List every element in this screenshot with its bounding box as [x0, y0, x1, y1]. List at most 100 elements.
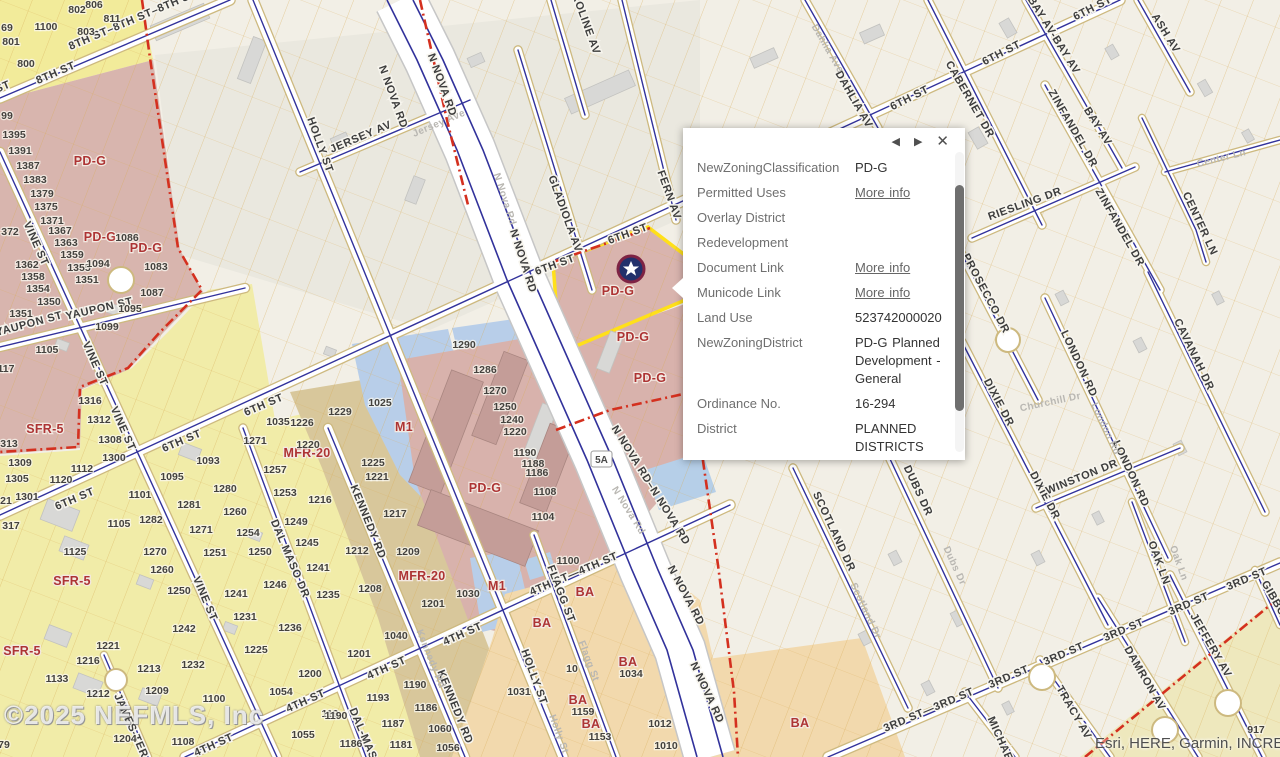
parcel-number: 1133 [46, 673, 69, 685]
popup-row: DistrictPLANNED DISTRICTS [697, 420, 945, 456]
parcel-number: 1216 [308, 494, 332, 506]
parcel-number: 1104 [532, 511, 555, 523]
popup-scrollbar[interactable] [955, 152, 964, 452]
parcel-number: 806 [85, 0, 103, 11]
parcel-number: 1054 [269, 686, 293, 698]
parcel-number: 1100 [35, 21, 58, 33]
parcel-number: 1212 [86, 688, 110, 700]
parcel-number: 1012 [648, 718, 672, 730]
previous-feature-button[interactable]: ◀ [891, 135, 899, 149]
next-feature-button[interactable]: ▶ [914, 135, 922, 149]
parcel-number: 1351 [9, 308, 33, 320]
cul-de-sac [1029, 664, 1055, 690]
more-info-link[interactable]: More info [855, 284, 945, 302]
parcel-number: 1251 [203, 547, 227, 559]
zone-label: PD-G [74, 154, 106, 168]
popup-row: Ordinance No.16-294 [697, 395, 945, 413]
route-shield-label: 5A [595, 455, 608, 466]
parcel-number: 1190 [325, 710, 348, 722]
parcel-number: 1253 [273, 487, 297, 499]
parcel-number: 1305 [5, 473, 29, 485]
parcel-number: 1270 [483, 385, 507, 397]
popup-row: NewZoningClassificationPD-G [697, 159, 945, 177]
parcel-number: 1204 [113, 733, 137, 745]
parcel-number: 1060 [428, 723, 452, 735]
parcel-number: 1225 [361, 457, 385, 469]
parcel-number: 1235 [316, 589, 340, 601]
parcel-number: 802 [68, 4, 86, 16]
parcel-number: 1221 [96, 640, 120, 652]
zone-label: BA [582, 717, 601, 731]
popup-scrollbar-thumb[interactable] [955, 185, 964, 411]
parcel-number: 1220 [503, 426, 527, 438]
popup-row: NewZoningDistrictPD-G Planned Developmen… [697, 334, 945, 388]
parcel-number: 1193 [367, 692, 390, 704]
parcel-number: 1056 [436, 742, 460, 754]
close-icon[interactable]: ✕ [936, 134, 949, 149]
parcel-number: 1105 [108, 518, 131, 530]
parcel-number: 1250 [167, 585, 191, 597]
zone-label: SFR-5 [3, 644, 41, 658]
parcel-number: 1359 [60, 249, 84, 261]
more-info-link[interactable]: More info [855, 259, 945, 277]
cul-de-sac [108, 267, 134, 293]
parcel-number: 1181 [390, 739, 413, 751]
parcel-number: 317 [2, 520, 20, 532]
parcel-number: 1186 [415, 702, 438, 714]
zone-label: BA [791, 716, 810, 730]
popup-row: Land Use523742000020 [697, 309, 945, 327]
parcel-number: 1260 [150, 564, 174, 576]
parcel-number: 1186 [526, 467, 549, 479]
parcel-number: 21 [0, 495, 12, 507]
parcel-number: 1271 [189, 524, 213, 536]
zone-label: BA [576, 585, 595, 599]
parcel-number: 1186 [340, 738, 363, 750]
parcel-number: 1231 [233, 611, 257, 623]
parcel-number: 1308 [98, 434, 122, 446]
popup-row: Municode LinkMore info [697, 284, 945, 302]
parcel-number: 1242 [172, 623, 196, 635]
field-label: Document Link [697, 259, 855, 277]
zone-label: M1 [488, 579, 506, 593]
parcel-number: 1221 [365, 471, 389, 483]
parcel-number: 1035 [266, 416, 290, 428]
zone-label: PD-G [634, 371, 666, 385]
selected-feature-star-icon [618, 256, 644, 282]
parcel-number: 1212 [345, 545, 369, 557]
parcel-number: 1226 [290, 417, 314, 429]
field-label: Land Use [697, 309, 855, 327]
parcel-number: 1354 [26, 283, 50, 295]
parcel-number: 1270 [143, 546, 167, 558]
parcel-number: 1271 [243, 435, 267, 447]
parcel-number: 1040 [384, 630, 408, 642]
parcel-number: 1055 [291, 729, 315, 741]
parcel-number: 1108 [172, 736, 195, 748]
parcel-number: 1125 [64, 546, 87, 558]
parcel-number: 1010 [654, 740, 678, 752]
more-info-link[interactable]: More info [855, 184, 945, 202]
popup-attribute-table: NewZoningClassificationPD-G Permitted Use… [683, 151, 965, 456]
popup-header: ◀ ▶ ✕ [683, 128, 965, 151]
parcel-number: 1086 [115, 232, 139, 244]
field-label: NewZoningDistrict [697, 334, 855, 388]
field-value: 16-294 [855, 395, 945, 413]
parcel-number: 1241 [306, 562, 330, 574]
field-label: NewZoningClassification [697, 159, 855, 177]
parcel-number: 1280 [213, 483, 237, 495]
parcel-number: 1254 [236, 527, 260, 539]
field-label: Permitted Uses [697, 184, 855, 202]
parcel-number: 1301 [15, 491, 39, 503]
field-label: Redevelopment [697, 234, 855, 252]
zone-label: PD-G [617, 330, 649, 344]
field-value: PLANNED DISTRICTS [855, 420, 945, 456]
parcel-number: 1282 [139, 514, 163, 526]
parcel-number: 1030 [456, 588, 480, 600]
parcel-number: 1095 [160, 471, 184, 483]
parcel-number: 10 [566, 663, 578, 675]
zone-label: M1 [395, 420, 413, 434]
parcel-number: 1351 [75, 274, 99, 286]
map-canvas[interactable]: 8TH ST–8TH ST–8TH ST8TH ST8TH STYAUPON S… [0, 0, 1280, 757]
parcel-number: 1240 [500, 414, 524, 426]
feature-info-popup: ◀ ▶ ✕ NewZoningClassificationPD-G Permitt… [683, 128, 965, 460]
parcel-number: 1220 [296, 439, 320, 451]
